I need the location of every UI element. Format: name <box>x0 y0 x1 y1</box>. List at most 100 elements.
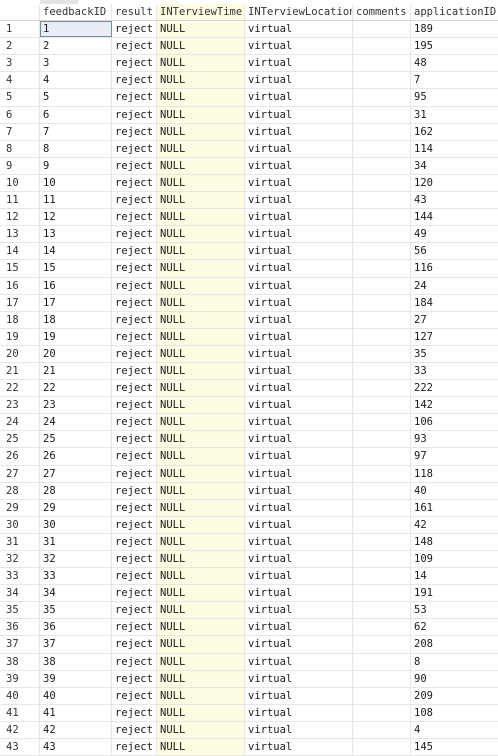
applicationid-cell[interactable]: 120 <box>411 175 498 191</box>
interviewlocation-cell[interactable]: virtual <box>245 106 353 123</box>
row-number-cell[interactable]: 28 <box>0 482 40 499</box>
interviewtime-cell[interactable]: NULL <box>157 226 245 243</box>
table-row[interactable]: 8 8 reject NULL virtual 114 <box>0 140 498 158</box>
interviewtime-cell[interactable]: NULL <box>157 106 245 123</box>
result-cell[interactable]: reject <box>112 55 157 72</box>
applicationid-cell[interactable]: 7 <box>411 72 498 88</box>
interviewlocation-cell[interactable]: virtual <box>245 585 353 602</box>
comments-cell[interactable] <box>353 294 411 311</box>
column-header-interviewlocation[interactable]: INTerviewLocation <box>245 4 353 21</box>
result-cell[interactable]: reject <box>112 397 157 414</box>
interviewtime-cell[interactable]: NULL <box>157 277 245 294</box>
feedbackid-cell[interactable]: 17 <box>40 294 112 311</box>
row-number-cell[interactable]: 27 <box>0 465 40 482</box>
applicationid-cell[interactable]: 161 <box>411 500 498 516</box>
feedbackid-cell[interactable]: 2 <box>40 38 112 55</box>
applicationid-cell[interactable]: 48 <box>411 55 498 71</box>
interviewlocation-cell[interactable]: virtual <box>245 380 353 397</box>
table-row[interactable]: 41 41 reject NULL virtual 108 <box>0 704 498 722</box>
feedbackid-cell[interactable]: 9 <box>40 157 112 174</box>
applicationid-cell[interactable]: 109 <box>411 551 498 567</box>
interviewlocation-cell[interactable]: virtual <box>245 55 353 72</box>
applicationid-cell[interactable]: 106 <box>411 414 498 430</box>
feedbackid-cell[interactable]: 22 <box>40 380 112 397</box>
comments-cell[interactable] <box>353 721 411 739</box>
interviewlocation-cell[interactable]: virtual <box>245 226 353 243</box>
comments-cell[interactable] <box>353 362 411 380</box>
row-number-cell[interactable]: 37 <box>0 636 40 653</box>
interviewtime-cell[interactable]: NULL <box>157 619 245 636</box>
result-cell[interactable]: reject <box>112 636 157 653</box>
applicationid-cell[interactable]: 53 <box>411 602 498 618</box>
result-cell[interactable]: reject <box>112 602 157 619</box>
applicationid-cell[interactable]: 145 <box>411 739 498 755</box>
applicationid-cell[interactable]: 114 <box>411 141 498 157</box>
interviewtime-cell[interactable]: NULL <box>157 72 245 89</box>
table-row[interactable]: 15 15 reject NULL virtual 116 <box>0 260 498 278</box>
feedbackid-cell[interactable]: 32 <box>40 551 112 568</box>
feedbackid-cell[interactable]: 29 <box>40 499 112 516</box>
result-cell[interactable]: reject <box>112 448 157 465</box>
applicationid-cell[interactable]: 90 <box>411 671 498 687</box>
table-row[interactable]: 18 18 reject NULL virtual 27 <box>0 311 498 329</box>
interviewlocation-cell[interactable]: virtual <box>245 345 353 362</box>
result-cell[interactable]: reject <box>112 687 157 704</box>
result-cell[interactable]: reject <box>112 311 157 328</box>
feedbackid-cell[interactable]: 41 <box>40 704 112 721</box>
interviewtime-cell[interactable]: NULL <box>157 362 245 380</box>
row-number-cell[interactable]: 39 <box>0 670 40 687</box>
result-cell[interactable]: reject <box>112 499 157 516</box>
comments-cell[interactable] <box>353 209 411 226</box>
row-number-cell[interactable]: 16 <box>0 277 40 294</box>
row-number-cell[interactable]: 17 <box>0 294 40 311</box>
comments-cell[interactable] <box>353 174 411 192</box>
result-cell[interactable]: reject <box>112 209 157 226</box>
interviewtime-cell[interactable]: NULL <box>157 294 245 311</box>
comments-cell[interactable] <box>353 516 411 533</box>
applicationid-cell[interactable]: 56 <box>411 243 498 259</box>
row-number-cell[interactable]: 43 <box>0 739 40 756</box>
interviewlocation-cell[interactable]: virtual <box>245 653 353 670</box>
row-number-cell[interactable]: 29 <box>0 499 40 516</box>
table-row[interactable]: 22 22 reject NULL virtual 222 <box>0 380 498 398</box>
interviewlocation-cell[interactable]: virtual <box>245 123 353 140</box>
row-number-cell[interactable]: 23 <box>0 397 40 414</box>
feedbackid-cell[interactable]: 18 <box>40 311 112 328</box>
row-number-header[interactable] <box>0 4 40 21</box>
table-row[interactable]: 20 20 reject NULL virtual 35 <box>0 345 498 363</box>
interviewtime-cell[interactable]: NULL <box>157 38 245 55</box>
feedbackid-cell[interactable]: 28 <box>40 482 112 499</box>
result-cell[interactable]: reject <box>112 431 157 448</box>
result-cell[interactable]: reject <box>112 123 157 140</box>
applicationid-cell[interactable]: 93 <box>411 431 498 447</box>
interviewtime-cell[interactable]: NULL <box>157 243 245 260</box>
applicationid-cell[interactable]: 42 <box>411 517 498 533</box>
feedbackid-cell[interactable]: 30 <box>40 516 112 533</box>
interviewtime-cell[interactable]: NULL <box>157 670 245 687</box>
comments-cell[interactable] <box>353 653 411 670</box>
result-cell[interactable]: reject <box>112 260 157 277</box>
table-row[interactable]: 2 2 reject NULL virtual 195 <box>0 38 498 56</box>
applicationid-cell[interactable]: 4 <box>411 722 498 738</box>
result-cell[interactable]: reject <box>112 294 157 311</box>
row-number-cell[interactable]: 8 <box>0 140 40 157</box>
row-number-cell[interactable]: 30 <box>0 516 40 533</box>
comments-cell[interactable] <box>353 72 411 89</box>
comments-cell[interactable] <box>353 311 411 328</box>
table-row[interactable]: 9 9 reject NULL virtual 34 <box>0 157 498 175</box>
applicationid-cell[interactable]: 162 <box>411 124 498 140</box>
table-row[interactable]: 28 28 reject NULL virtual 40 <box>0 482 498 500</box>
comments-cell[interactable] <box>353 482 411 499</box>
feedbackid-cell[interactable]: 36 <box>40 619 112 636</box>
result-cell[interactable]: reject <box>112 21 157 38</box>
table-row[interactable]: 43 43 reject NULL virtual 145 <box>0 739 498 756</box>
applicationid-cell[interactable]: 97 <box>411 448 498 464</box>
interviewlocation-cell[interactable]: virtual <box>245 704 353 721</box>
comments-cell[interactable] <box>353 55 411 72</box>
row-number-cell[interactable]: 20 <box>0 345 40 362</box>
interviewlocation-cell[interactable]: virtual <box>245 174 353 192</box>
applicationid-cell[interactable]: 8 <box>411 654 498 670</box>
row-number-cell[interactable]: 41 <box>0 704 40 721</box>
applicationid-cell[interactable]: 142 <box>411 397 498 413</box>
interviewlocation-cell[interactable]: virtual <box>245 294 353 311</box>
